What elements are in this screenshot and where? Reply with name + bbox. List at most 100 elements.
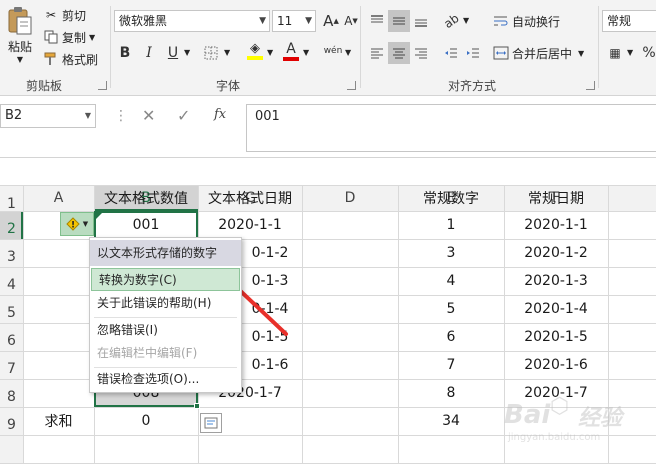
italic-button[interactable]: I <box>138 42 160 64</box>
borders-button[interactable] <box>200 42 222 64</box>
cell-e5[interactable]: 5 <box>398 295 504 323</box>
cell-e6[interactable]: 6 <box>398 323 504 351</box>
grow-font-button[interactable]: A ▲ <box>320 10 342 32</box>
menu-item-convert-to-number[interactable]: 转换为数字(C) <box>91 268 240 291</box>
cell-c1[interactable]: 文本格式日期 <box>198 184 302 212</box>
cell-a9[interactable]: 求和 <box>23 407 94 435</box>
align-center-button[interactable] <box>388 42 410 64</box>
baidu-watermark-logo: Bai ⬡ 经验 jingyan.baidu.com <box>504 394 623 443</box>
paste-button[interactable]: 粘贴 ▼ <box>4 6 36 66</box>
chevron-down-icon[interactable]: ▼ <box>85 105 91 127</box>
cell-f5[interactable]: 2020-1-4 <box>504 295 608 323</box>
number-format-value: 常规 <box>607 14 632 28</box>
formula-value: 001 <box>255 109 280 124</box>
cell-f6[interactable]: 2020-1-5 <box>504 323 608 351</box>
bold-button[interactable]: B <box>114 42 136 64</box>
cell-f2[interactable]: 2020-1-1 <box>504 211 608 239</box>
cell-f7[interactable]: 2020-1-6 <box>504 351 608 379</box>
cell-c3[interactable]: 0-1-2 <box>238 239 302 267</box>
alignment-launcher-icon[interactable] <box>586 81 595 90</box>
font-name-combo[interactable]: 微软雅黑 ▼ <box>114 10 270 32</box>
cell-e4[interactable]: 4 <box>398 267 504 295</box>
cut-button[interactable]: ✂ 剪切 <box>42 6 86 24</box>
formula-bar: B2 ▼ ⋮ ✕ ✓ fx 001 <box>0 96 656 158</box>
number-format-combo[interactable]: 常规 <box>602 10 656 32</box>
menu-item-error-help[interactable]: 关于此错误的帮助(H) <box>90 292 241 315</box>
percent-button[interactable]: % <box>638 42 656 64</box>
accounting-format-button[interactable]: ▦ <box>604 42 626 64</box>
cell-b1[interactable]: 文本格式数值 <box>94 184 198 212</box>
align-top-icon <box>371 15 383 23</box>
error-options-menu: 以文本形式存储的数字 转换为数字(C) 关于此错误的帮助(H) 忽略错误(I) … <box>89 237 242 393</box>
cell-e3[interactable]: 3 <box>398 239 504 267</box>
font-launcher-icon[interactable] <box>347 81 356 90</box>
font-size-value: 11 <box>277 14 293 28</box>
orientation-button[interactable]: ab <box>440 10 462 32</box>
menu-item-ignore-error[interactable]: 忽略错误(I) <box>90 319 241 342</box>
cell-e2[interactable]: 1 <box>398 211 504 239</box>
currency-icon: ▦ <box>609 46 621 60</box>
underline-button[interactable]: U <box>162 42 184 64</box>
clipboard-launcher-icon[interactable] <box>98 81 107 90</box>
chevron-down-icon[interactable]: ▼ <box>627 48 633 57</box>
align-left-button[interactable] <box>366 42 388 64</box>
shrink-font-button[interactable]: A ▼ <box>340 10 362 32</box>
group-divider <box>598 6 599 88</box>
column-header-a[interactable]: A <box>23 185 94 211</box>
cell-f4[interactable]: 2020-1-3 <box>504 267 608 295</box>
format-painter-button[interactable]: 格式刷 <box>42 50 98 68</box>
align-right-icon <box>415 48 427 59</box>
cell-e9[interactable]: 34 <box>398 407 504 435</box>
decrease-indent-button[interactable] <box>440 42 462 64</box>
font-size-combo[interactable]: 11 ▼ <box>272 10 316 32</box>
chevron-down-icon[interactable]: ▼ <box>463 16 469 25</box>
formula-bar-grip-icon[interactable]: ⋮ <box>114 108 128 124</box>
cell-c2[interactable]: 2020-1-1 <box>198 211 302 239</box>
column-header-d[interactable]: D <box>302 185 398 211</box>
align-bottom-button[interactable] <box>410 10 432 32</box>
formula-input[interactable]: 001 <box>246 104 656 152</box>
increase-indent-button[interactable] <box>462 42 484 64</box>
chevron-down-icon[interactable]: ▼ <box>345 48 351 57</box>
chevron-down-icon: ▼ <box>259 16 266 26</box>
chevron-down-icon[interactable]: ▼ <box>267 48 273 57</box>
align-right-button[interactable] <box>410 42 432 64</box>
name-box[interactable]: B2 ▼ <box>0 104 96 128</box>
merge-cells-icon <box>492 44 510 62</box>
align-middle-button[interactable] <box>388 10 410 32</box>
fill-handle[interactable] <box>194 403 200 409</box>
cell-b9[interactable]: 0 <box>94 407 198 435</box>
cell-e1[interactable]: 常规数字 <box>398 184 504 212</box>
cell-e8[interactable]: 8 <box>398 379 504 407</box>
insert-function-icon[interactable]: fx <box>214 107 226 122</box>
cancel-icon[interactable]: ✕ <box>142 106 155 125</box>
phonetic-button[interactable]: wén <box>322 40 344 62</box>
copy-button[interactable]: 复制 ▼ <box>42 28 95 46</box>
chevron-down-icon[interactable]: ▼ <box>184 48 190 57</box>
wrap-text-button[interactable]: 自动换行 <box>492 12 560 30</box>
chevron-down-icon: ▼ <box>16 55 24 64</box>
quick-analysis-button[interactable] <box>200 413 222 433</box>
align-top-button[interactable] <box>366 10 388 32</box>
menu-header-text-stored-number: 以文本形式存储的数字 <box>90 240 241 266</box>
font-color-button[interactable]: A <box>280 40 302 62</box>
enter-icon[interactable]: ✓ <box>177 106 190 125</box>
font-color-swatch <box>283 56 299 61</box>
menu-item-edit-in-formula-bar[interactable]: 在编辑栏中编辑(F) <box>90 342 241 365</box>
menu-item-error-checking-options[interactable]: 错误检查选项(O)... <box>90 368 241 391</box>
cell-e7[interactable]: 7 <box>398 351 504 379</box>
chevron-down-icon[interactable]: ▼ <box>224 48 230 57</box>
error-smart-tag-button[interactable]: ! ▼ <box>60 212 94 236</box>
paintbrush-icon <box>42 50 60 68</box>
font-group-label: 字体 <box>216 79 241 93</box>
merge-center-button[interactable]: 合并后居中 ▼ <box>492 44 584 62</box>
chevron-down-icon: ▼ <box>305 16 312 26</box>
bold-icon: B <box>119 45 131 61</box>
cell-c7[interactable]: 0-1-6 <box>238 351 302 379</box>
cell-f1[interactable]: 常规日期 <box>504 184 608 212</box>
chevron-down-icon[interactable]: ▼ <box>303 48 309 57</box>
fill-color-button[interactable]: ◈ <box>244 40 266 62</box>
gridline <box>302 185 303 464</box>
name-box-value: B2 <box>5 108 23 123</box>
cell-f3[interactable]: 2020-1-2 <box>504 239 608 267</box>
